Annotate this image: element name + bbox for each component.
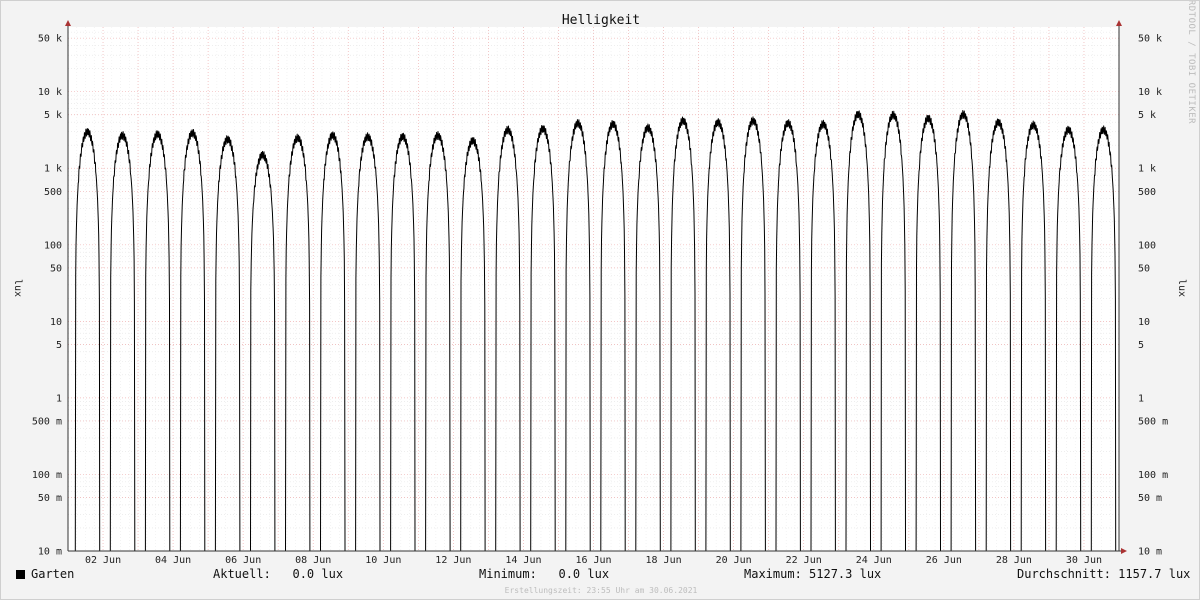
y-tick-label: 500 <box>1138 187 1156 198</box>
x-tick-label: 24 Jun <box>856 555 892 566</box>
legend-swatch <box>16 570 25 579</box>
y-tick-label: 5 k <box>44 110 62 121</box>
x-tick-label: 02 Jun <box>85 555 121 566</box>
x-tick-label: 16 Jun <box>575 555 611 566</box>
y-tick-label: 5 <box>1138 340 1144 351</box>
x-tick-label: 28 Jun <box>996 555 1032 566</box>
y-tick-label: 10 m <box>1138 547 1162 558</box>
y-tick-label: 10 <box>50 317 62 328</box>
current-label: Aktuell: <box>213 567 271 581</box>
y-tick-label: 1 <box>56 393 62 404</box>
y-axis-arrow-left <box>65 20 71 26</box>
legend-current: Aktuell: 0.0 lux <box>213 567 343 581</box>
y-axis-title-left: lux <box>12 279 23 297</box>
legend-average: Durchschnitt: 1157.7 lux <box>1017 567 1190 581</box>
legend-series: Garten <box>16 567 74 581</box>
y-tick-labels-left: 50 k 10 k 5 k 1 k 500 100 50 10 5 1 500 m 100 m 50 m… <box>32 34 62 558</box>
y-tick-label: 10 <box>1138 317 1150 328</box>
maximum-label: Maximum: <box>744 567 802 581</box>
y-tick-label: 50 <box>1138 263 1150 274</box>
x-tick-label: 12 Jun <box>435 555 471 566</box>
legend-maximum: Maximum: 5127.3 lux <box>744 567 881 581</box>
rrdtool-watermark: RRDTOOL / TOBI OETIKER <box>1186 1 1196 124</box>
maximum-value: 5127.3 lux <box>809 567 882 581</box>
y-tick-label: 5 k <box>1138 110 1156 121</box>
y-tick-label: 50 <box>50 263 62 274</box>
x-axis-arrow <box>1121 548 1127 554</box>
x-tick-labels: 02 Jun 04 Jun 06 Jun 08 Jun 10 Jun 12 Jun 14 J… <box>85 555 1102 566</box>
creation-time: Erstellungszeit: 23:55 Uhr am 30.06.2021 <box>504 586 698 595</box>
graph-panel: 50 k 10 k 5 k 1 k 500 100 50 10 5 1 500 m 100 m 50 m… <box>0 0 1200 600</box>
y-tick-label: 1 k <box>44 164 62 175</box>
x-tick-label: 26 Jun <box>926 555 962 566</box>
y-tick-labels-right: 50 k 10 k 5 k 1 k 500 100 50 10 5 1 500 m 100 m 50 m… <box>1138 34 1168 558</box>
y-axis-title-right: lux <box>1176 279 1187 297</box>
y-tick-label: 500 m <box>1138 416 1168 427</box>
legend-minimum: Minimum: 0.0 lux <box>479 567 609 581</box>
y-tick-label: 100 <box>44 240 62 251</box>
y-tick-label: 10 m <box>38 547 62 558</box>
x-tick-label: 10 Jun <box>365 555 401 566</box>
chart: 50 k 10 k 5 k 1 k 500 100 50 10 5 1 500 m 100 m 50 m… <box>12 1 1196 566</box>
x-tick-label: 18 Jun <box>646 555 682 566</box>
y-tick-label: 500 <box>44 187 62 198</box>
chart-title: Helligkeit <box>562 13 640 28</box>
y-tick-label: 10 k <box>1138 87 1162 98</box>
x-tick-label: 08 Jun <box>295 555 331 566</box>
minimum-label: Minimum: <box>479 567 537 581</box>
y-tick-label: 50 m <box>38 493 62 504</box>
y-axis-arrow-right <box>1116 20 1122 26</box>
y-tick-label: 50 m <box>1138 493 1162 504</box>
x-tick-label: 22 Jun <box>786 555 822 566</box>
y-tick-label: 100 m <box>32 470 62 481</box>
y-tick-label: 500 m <box>32 416 62 427</box>
x-tick-label: 04 Jun <box>155 555 191 566</box>
y-tick-label: 50 k <box>38 34 62 45</box>
y-tick-label: 50 k <box>1138 34 1162 45</box>
legend-series-label: Garten <box>31 567 75 581</box>
x-tick-label: 14 Jun <box>505 555 541 566</box>
x-tick-label: 20 Jun <box>716 555 752 566</box>
x-tick-label: 06 Jun <box>225 555 261 566</box>
minimum-value: 0.0 lux <box>558 567 610 581</box>
x-tick-label: 30 Jun <box>1066 555 1102 566</box>
y-tick-label: 1 k <box>1138 164 1156 175</box>
average-value: 1157.7 lux <box>1118 567 1191 581</box>
current-value: 0.0 lux <box>292 567 344 581</box>
y-tick-label: 100 m <box>1138 470 1168 481</box>
average-label: Durchschnitt: <box>1017 567 1111 581</box>
y-tick-label: 5 <box>56 340 62 351</box>
y-tick-label: 10 k <box>38 87 62 98</box>
y-tick-label: 1 <box>1138 393 1144 404</box>
y-tick-label: 100 <box>1138 240 1156 251</box>
